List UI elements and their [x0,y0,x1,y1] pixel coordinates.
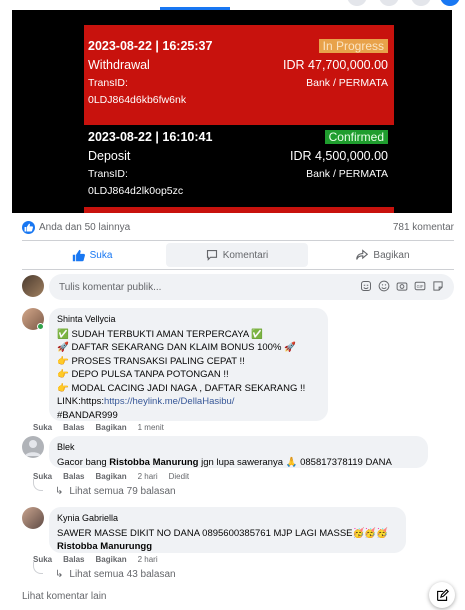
emoji-icon[interactable] [378,280,390,292]
comment-meta: Suka Balas Bagikan 2 hari [33,555,158,564]
comment-text-part: Gacor bang [57,456,110,468]
comment-line: 👉 PROSES TRANSAKSI PALING CEPAT !! [57,355,245,367]
transaction-id: 0LDJ864d2lk0op5zc [88,185,184,197]
view-replies-link[interactable]: ↳ Lihat semua 79 balasan [55,486,176,497]
comment-line: 🚀 DAFTAR SEKARANG DAN KLAIM BONUS 100% 🚀 [57,342,296,353]
camera-icon[interactable] [396,280,408,292]
comment-icon [206,249,217,261]
comment-reply-action[interactable]: Balas [63,555,84,564]
svg-text:GIF: GIF [417,284,424,289]
gif-icon[interactable]: GIF [414,280,426,292]
view-replies-link[interactable]: ↳ Lihat semua 43 balasan [55,569,176,580]
comment-bubble: Kynia Gabriella SAWER MASSE DIKIT NO DAN… [49,507,406,553]
comment-time[interactable]: 2 hari [138,472,158,481]
comment-composer: Tulis komentar publik... GIF [22,274,454,300]
comment-input[interactable]: Tulis komentar publik... GIF [49,274,454,300]
view-replies-label: Lihat semua 79 balasan [69,486,176,497]
share-arrow-icon [356,249,369,260]
sticker-icon[interactable] [360,280,372,292]
transaction-amount: IDR 4,500,000.00 [290,149,388,163]
comment-text: SAWER MASSE DIKIT NO DANA 0895600385761 … [57,527,388,539]
transaction-card-deposit: 2023-08-22 | 16:10:41 Confirmed Deposit … [84,128,394,210]
comment-hashtag[interactable]: #BANDAR999 [57,409,320,423]
like-reaction-icon[interactable] [22,221,35,234]
comment-placeholder: Tulis komentar publik... [59,282,162,293]
transaction-type: Withdrawal [88,58,150,72]
sticker-square-icon[interactable] [432,280,444,292]
comment-author[interactable]: Kynia Gabriella [57,512,398,526]
online-status-dot [37,323,44,330]
comment-bubble: Blek Gacor bang Ristobba Manurung jgn lu… [49,436,428,468]
comments-count[interactable]: 781 komentar [393,222,454,233]
reply-thread-line [33,562,43,574]
comment-share-action[interactable]: Bagikan [95,423,126,432]
thumbs-up-icon [72,249,85,261]
comment-button[interactable]: Komentari [166,243,308,267]
comment-text: Gacor bang Ristobba Manurung jgn lupa sa… [57,456,420,470]
divider [22,269,454,270]
commenter-avatar[interactable] [22,436,44,458]
edited-label: Diedit [168,472,190,481]
comment-mention[interactable]: Ristobba Manurung [109,457,198,468]
comment-mention[interactable]: Ristobba Manurungg [57,540,398,554]
header-avatar[interactable] [440,0,460,6]
comment-meta: Suka Balas Bagikan 1 menit [33,423,164,432]
reactions-text[interactable]: Anda dan 50 lainnya [39,222,130,233]
reply-thread-line [33,479,43,491]
reply-arrow-icon: ↳ [55,569,64,580]
header-icon-button[interactable] [379,0,399,6]
status-badge: Confirmed [324,130,388,144]
header-icon-button[interactable] [347,0,367,6]
transaction-card-withdrawal: 2023-08-22 | 16:25:37 In Progress Withdr… [84,25,394,125]
comment-link[interactable]: https://heylink.me/DellaHasibu/ [104,396,234,407]
transaction-bank: Bank / PERMATA [306,77,388,89]
new-message-button[interactable] [429,582,455,608]
transid-label: TransID: [88,168,128,180]
view-replies-label: Lihat semua 43 balasan [69,569,176,580]
transaction-amount: IDR 47,700,000.00 [283,58,388,72]
transaction-date: 2023-08-22 | 16:10:41 [88,130,213,144]
user-avatar[interactable] [22,275,44,297]
transid-label: TransID: [88,77,128,89]
link-prefix: LINK:https: [57,396,104,407]
share-label: Bagikan [373,249,410,261]
transaction-card-partial [84,207,394,213]
comment-text-part: jgn lupa saweranya 🙏 085817378119 DANA [198,456,392,468]
comment-label: Komentari [222,249,269,261]
reply-arrow-icon: ↳ [55,486,64,497]
comment-like-action[interactable]: Suka [33,423,52,432]
commenter-avatar[interactable] [22,507,44,529]
comment-line: 👉 DEPO PULSA TANPA POTONGAN !! [57,369,229,380]
comment-author[interactable]: Shinta Vellycia [57,313,320,327]
comment-reply-action[interactable]: Balas [63,472,84,481]
divider [22,240,454,241]
comment-reply-action[interactable]: Balas [63,423,84,432]
comment-meta: Suka Balas Bagikan 2 hari Diedit [33,472,189,481]
comment-bubble: Shinta Vellycia ✅ SUDAH TERBUKTI AMAN TE… [49,308,328,421]
post-actions: Suka Komentari Bagikan [22,243,454,267]
comment-line: 👉 MODAL CACING JADI NAGA , DAFTAR SEKARA… [57,382,306,394]
comment-share-action[interactable]: Bagikan [95,472,126,481]
share-button[interactable]: Bagikan [312,243,454,267]
like-label: Suka [89,249,113,261]
compose-edit-icon [436,588,449,601]
post-image[interactable]: 2023-08-22 | 16:25:37 In Progress Withdr… [12,10,452,213]
like-button[interactable]: Suka [22,243,162,267]
comment-time[interactable]: 2 hari [138,555,158,564]
comment-share-action[interactable]: Bagikan [95,555,126,564]
view-more-comments-link[interactable]: Lihat komentar lain [22,591,107,602]
header-icon-button[interactable] [411,0,431,6]
status-badge: In Progress [318,39,388,53]
post-stats: Anda dan 50 lainnya 781 komentar [22,220,454,236]
comment-author[interactable]: Blek [57,441,420,455]
transaction-id: 0LDJ864d6kb6fw6nk [88,94,187,106]
transaction-type: Deposit [88,149,131,163]
transaction-bank: Bank / PERMATA [306,168,388,180]
comment-line: ✅ SUDAH TERBUKTI AMAN TERPERCAYA ✅ [57,328,264,340]
transaction-date: 2023-08-22 | 16:25:37 [88,39,213,53]
comment-link-line: LINK:https:https://heylink.me/DellaHasib… [57,395,320,409]
comment-time[interactable]: 1 menit [138,423,164,432]
